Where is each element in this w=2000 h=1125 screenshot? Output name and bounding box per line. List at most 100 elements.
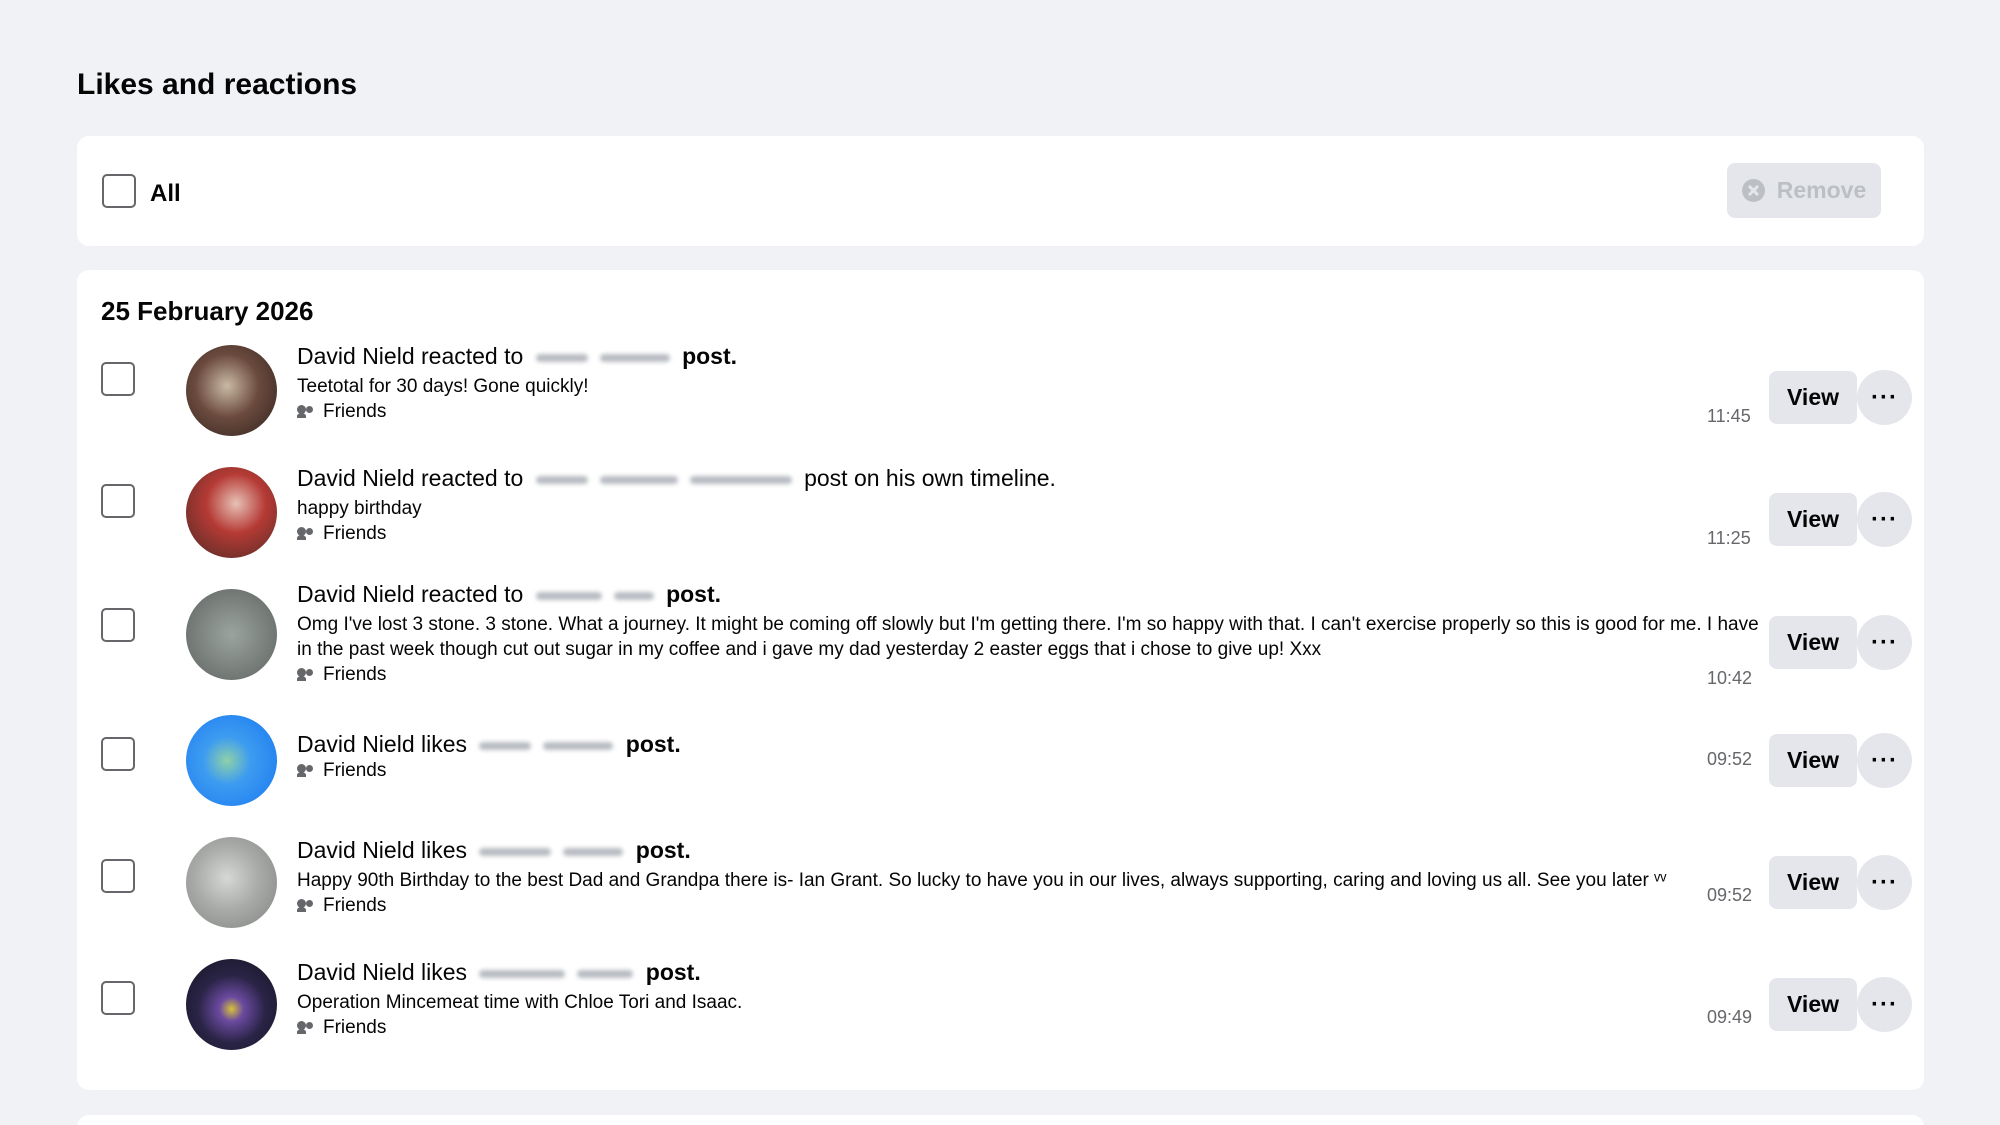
actor-name[interactable]: David Nield xyxy=(297,465,415,491)
avatar[interactable] xyxy=(186,959,277,1050)
more-icon[interactable]: ··· xyxy=(1857,615,1912,670)
activity-content: David Nield likes post. Operation Mincem… xyxy=(297,959,1767,1039)
date-heading: 25 February 2026 xyxy=(101,296,314,326)
activity-summary: David Nield reacted to post. xyxy=(297,581,1767,608)
x-circle-icon xyxy=(1741,179,1765,202)
friends-icon xyxy=(297,527,315,541)
actor-name[interactable]: David Nield xyxy=(297,959,415,985)
blurred-name xyxy=(479,741,532,750)
blurred-name xyxy=(563,847,624,856)
view-button[interactable]: View xyxy=(1769,856,1857,909)
audience: Friends xyxy=(297,401,1767,423)
audience-label: Friends xyxy=(323,523,387,544)
activity-summary: David Nield likes post. xyxy=(297,959,1767,986)
activity-group: 25 February 2026 David Nield reacted to … xyxy=(77,270,1924,1090)
action-text: likes xyxy=(421,959,468,985)
select-all-label[interactable]: All xyxy=(150,180,181,208)
audience: Friends xyxy=(297,523,1767,545)
friends-icon xyxy=(297,1021,315,1035)
activity-content: David Nield reacted to post. Teetotal fo… xyxy=(297,343,1767,423)
timestamp: 09:52 xyxy=(1707,749,1753,769)
blurred-name xyxy=(535,475,588,484)
row-checkbox[interactable] xyxy=(101,737,135,771)
more-icon[interactable]: ··· xyxy=(1857,370,1912,425)
blurred-name xyxy=(479,969,566,978)
blurred-name xyxy=(535,591,602,600)
audience-label: Friends xyxy=(323,1017,387,1038)
action-text: likes xyxy=(421,837,468,863)
action-text: reacted to xyxy=(421,465,524,491)
audience: Friends xyxy=(297,664,1767,686)
avatar[interactable] xyxy=(186,467,277,558)
actor-name[interactable]: David Nield xyxy=(297,581,415,607)
blurred-name xyxy=(613,591,654,600)
row-checkbox[interactable] xyxy=(101,859,135,893)
timestamp: 11:45 xyxy=(1707,406,1751,426)
friends-icon xyxy=(297,405,315,419)
activity-row: David Nield likes post. Friends 09:52 Vi… xyxy=(77,701,1924,823)
action-text: likes xyxy=(421,731,468,757)
post-text: Operation Mincemeat time with Chloe Tori… xyxy=(297,992,743,1013)
view-button[interactable]: View xyxy=(1769,493,1857,546)
suffix-text: post. xyxy=(666,581,722,607)
activity-summary: David Nield likes post. xyxy=(297,837,1767,864)
timestamp: 10:42 xyxy=(1707,668,1753,688)
timestamp: 09:52 xyxy=(1707,885,1753,905)
post-text: Happy 90th Birthday to the best Dad and … xyxy=(297,870,1667,891)
view-button[interactable]: View xyxy=(1769,371,1857,424)
audience: Friends xyxy=(297,760,1767,782)
row-checkbox[interactable] xyxy=(101,608,135,642)
suffix-text: post. xyxy=(682,343,738,369)
view-button[interactable]: View xyxy=(1769,616,1857,669)
page-title: Likes and reactions xyxy=(77,68,358,101)
activity-row: David Nield reacted to post on his own t… xyxy=(77,449,1924,571)
avatar[interactable] xyxy=(186,837,277,928)
more-icon[interactable]: ··· xyxy=(1857,492,1912,547)
activity-content: David Nield reacted to post. Omg I've lo… xyxy=(297,581,1767,686)
remove-button-label: Remove xyxy=(1776,177,1867,203)
avatar[interactable] xyxy=(186,345,277,436)
select-all-checkbox[interactable] xyxy=(102,174,136,208)
audience: Friends xyxy=(297,895,1767,917)
selection-toolbar: All Remove xyxy=(77,136,1924,246)
activity-row: David Nield likes post. Operation Mincem… xyxy=(77,945,1924,1067)
actor-name[interactable]: David Nield xyxy=(297,731,415,757)
post-text: happy birthday xyxy=(297,498,422,519)
view-button[interactable]: View xyxy=(1769,978,1857,1031)
more-icon[interactable]: ··· xyxy=(1857,733,1912,788)
blurred-name xyxy=(479,847,552,856)
row-checkbox[interactable] xyxy=(101,484,135,518)
activity-content: David Nield likes post. Happy 90th Birth… xyxy=(297,837,1767,917)
blurred-name xyxy=(689,475,792,484)
suffix-text: post. xyxy=(635,837,691,863)
friends-icon xyxy=(297,668,315,682)
next-group-card xyxy=(77,1115,1924,1125)
blurred-name xyxy=(577,969,634,978)
audience-label: Friends xyxy=(323,760,387,781)
avatar[interactable] xyxy=(186,589,277,680)
timestamp: 11:25 xyxy=(1707,528,1751,548)
blurred-name xyxy=(543,741,614,750)
friends-icon xyxy=(297,899,315,913)
activity-row: David Nield likes post. Happy 90th Birth… xyxy=(77,823,1924,945)
row-checkbox[interactable] xyxy=(101,981,135,1015)
more-icon[interactable]: ··· xyxy=(1857,977,1912,1032)
blurred-name xyxy=(599,475,678,484)
avatar[interactable] xyxy=(186,715,277,806)
activity-row: David Nield reacted to post. Omg I've lo… xyxy=(77,571,1924,701)
activity-summary: David Nield reacted to post. xyxy=(297,343,1767,370)
audience-label: Friends xyxy=(323,664,387,685)
row-checkbox[interactable] xyxy=(101,362,135,396)
suffix-text: post on his own timeline. xyxy=(804,465,1056,491)
audience: Friends xyxy=(297,1017,1767,1039)
suffix-text: post. xyxy=(645,959,701,985)
remove-button[interactable]: Remove xyxy=(1727,163,1881,218)
blurred-name xyxy=(599,353,670,362)
actor-name[interactable]: David Nield xyxy=(297,343,415,369)
post-text: Omg I've lost 3 stone. 3 stone. What a j… xyxy=(297,614,1759,660)
actor-name[interactable]: David Nield xyxy=(297,837,415,863)
view-button[interactable]: View xyxy=(1769,734,1857,787)
suffix-text: post. xyxy=(625,731,681,757)
more-icon[interactable]: ··· xyxy=(1857,855,1912,910)
action-text: reacted to xyxy=(421,581,524,607)
